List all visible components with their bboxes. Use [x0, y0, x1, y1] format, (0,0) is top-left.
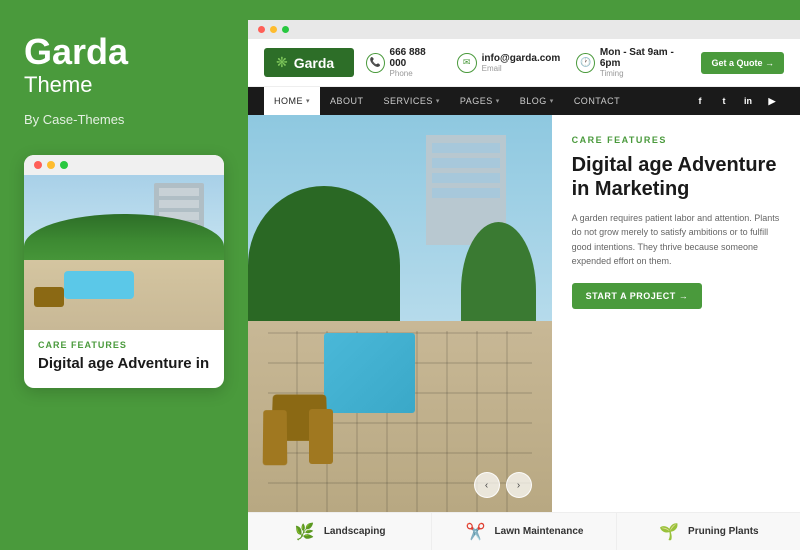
nav-item-services[interactable]: SERVICES ▾	[374, 87, 450, 115]
hero-title: Digital age Adventure in Marketing	[572, 153, 780, 201]
sidebar-by-label: By Case-Themes	[24, 112, 224, 127]
hero-image	[248, 115, 552, 512]
email-icon: ✉	[457, 53, 477, 73]
contact-timing: 🕐 Mon - Sat 9am - 6pm Timing	[576, 47, 689, 78]
nav-items: HOME ▾ ABOUT SERVICES ▾ PAGES ▾ BLOG ▾	[264, 87, 688, 115]
landscaping-label: Landscaping	[324, 526, 386, 537]
contact-timing-details: Mon - Sat 9am - 6pm Timing	[600, 47, 690, 78]
top-bar	[248, 0, 800, 20]
service-landscaping[interactable]: 🌿 Landscaping	[248, 513, 432, 550]
social-youtube[interactable]: ▶	[760, 87, 784, 115]
hero-prev-button[interactable]: ‹	[474, 472, 500, 498]
nav-blog-chevron: ▾	[550, 97, 554, 105]
preview-title-text: Digital age Adventure in	[38, 355, 209, 372]
dot-green	[60, 161, 68, 169]
email-address: info@garda.com	[482, 53, 561, 64]
hero-content: Care Features Digital age Adventure in M…	[552, 115, 800, 512]
landscaping-icon-wrap: 🌿	[294, 521, 316, 543]
contact-phone: 📞 666 888 000 Phone	[366, 47, 441, 78]
lawn-icon: ✂️	[466, 522, 486, 542]
browser-chrome	[248, 20, 800, 39]
nav-item-pages[interactable]: PAGES ▾	[450, 87, 510, 115]
service-pruning-plants[interactable]: 🌱 Pruning Plants	[617, 513, 800, 550]
nav-services-chevron: ▾	[436, 97, 440, 105]
pruning-label: Pruning Plants	[688, 526, 759, 537]
browser-dot-green	[282, 26, 289, 33]
website-logo: ❋ Garda	[264, 48, 354, 77]
social-linkedin[interactable]: in	[736, 87, 760, 115]
preview-card-content: Care Features Digital age Adventure in	[24, 330, 224, 388]
pruning-icon: 🌱	[659, 522, 679, 542]
hero-pool	[324, 333, 415, 412]
service-lawn-maintenance[interactable]: ✂️ Lawn Maintenance	[432, 513, 616, 550]
garden-pool	[64, 271, 134, 299]
lawn-icon-wrap: ✂️	[465, 521, 487, 543]
nav-item-home[interactable]: HOME ▾	[264, 87, 320, 115]
services-strip: 🌿 Landscaping ✂️ Lawn Maintenance 🌱 Prun…	[248, 512, 800, 550]
logo-text: Garda	[294, 55, 334, 71]
nav-blog-label: BLOG	[520, 96, 547, 106]
contact-email: ✉ info@garda.com Email	[457, 53, 561, 73]
social-facebook[interactable]: f	[688, 87, 712, 115]
hero-nav-arrows: ‹ ›	[474, 472, 532, 498]
garden-furniture	[34, 287, 64, 307]
phone-icon: 📞	[366, 53, 385, 73]
contact-phone-details: 666 888 000 Phone	[390, 47, 441, 78]
nav-item-contact[interactable]: CONTACT	[564, 87, 630, 115]
garden-scene	[24, 175, 224, 330]
hero-tag: Care Features	[572, 135, 780, 145]
contact-email-details: info@garda.com Email	[482, 53, 561, 73]
brand-name: Garda	[24, 32, 224, 72]
nav-about-label: ABOUT	[330, 96, 364, 106]
social-twitter[interactable]: t	[712, 87, 736, 115]
preview-title: Digital age Adventure in	[38, 355, 210, 374]
website-nav: HOME ▾ ABOUT SERVICES ▾ PAGES ▾ BLOG ▾	[248, 87, 800, 115]
website-hero: ‹ › Care Features Digital age Adventure …	[248, 115, 800, 512]
email-label: Email	[482, 64, 561, 73]
hero-chair1	[263, 410, 288, 465]
hero-description: A garden requires patient labor and atte…	[572, 211, 780, 269]
clock-icon: 🕐	[576, 53, 595, 73]
main-area: ❋ Garda 📞 666 888 000 Phone ✉ info@garda…	[248, 0, 800, 550]
nav-contact-label: CONTACT	[574, 96, 620, 106]
timing-label: Timing	[600, 69, 690, 78]
browser-dot-red	[258, 26, 265, 33]
nav-pages-label: PAGES	[460, 96, 493, 106]
dot-yellow	[47, 161, 55, 169]
hero-chair2	[309, 409, 333, 465]
preview-card-dots	[24, 155, 224, 175]
nav-pages-chevron: ▾	[496, 97, 500, 105]
phone-label: Phone	[390, 69, 441, 78]
preview-card: Care Features Digital age Adventure in	[24, 155, 224, 388]
browser-dot-yellow	[270, 26, 277, 33]
website-header: ❋ Garda 📞 666 888 000 Phone ✉ info@garda…	[248, 39, 800, 87]
nav-services-label: SERVICES	[384, 96, 433, 106]
timing-value: Mon - Sat 9am - 6pm	[600, 47, 690, 69]
hero-text-block: Care Features Digital age Adventure in M…	[572, 135, 780, 309]
preview-tag: Care Features	[38, 340, 210, 350]
nav-item-blog[interactable]: BLOG ▾	[510, 87, 564, 115]
hero-image-container: ‹ ›	[248, 115, 552, 512]
get-quote-button[interactable]: Get a Quote →	[701, 52, 784, 74]
logo-plant-icon: ❋	[276, 54, 288, 71]
lawn-label: Lawn Maintenance	[495, 526, 584, 537]
preview-card-image	[24, 175, 224, 330]
theme-label: Theme	[24, 72, 224, 98]
nav-home-chevron: ▾	[306, 97, 310, 105]
sidebar-logo: Garda Theme	[24, 32, 224, 98]
pruning-icon-wrap: 🌱	[658, 521, 680, 543]
landscaping-icon: 🌿	[295, 522, 315, 542]
start-project-button[interactable]: START A PROJECT →	[572, 283, 703, 309]
phone-number: 666 888 000	[390, 47, 441, 69]
nav-home-label: HOME	[274, 96, 303, 106]
nav-social: f t in ▶	[688, 87, 784, 115]
sidebar: Garda Theme By Case-Themes Care Features…	[0, 0, 248, 550]
nav-item-about[interactable]: ABOUT	[320, 87, 374, 115]
dot-red	[34, 161, 42, 169]
hero-next-button[interactable]: ›	[506, 472, 532, 498]
website: ❋ Garda 📞 666 888 000 Phone ✉ info@garda…	[248, 39, 800, 550]
header-contact: 📞 666 888 000 Phone ✉ info@garda.com Ema…	[366, 47, 689, 78]
